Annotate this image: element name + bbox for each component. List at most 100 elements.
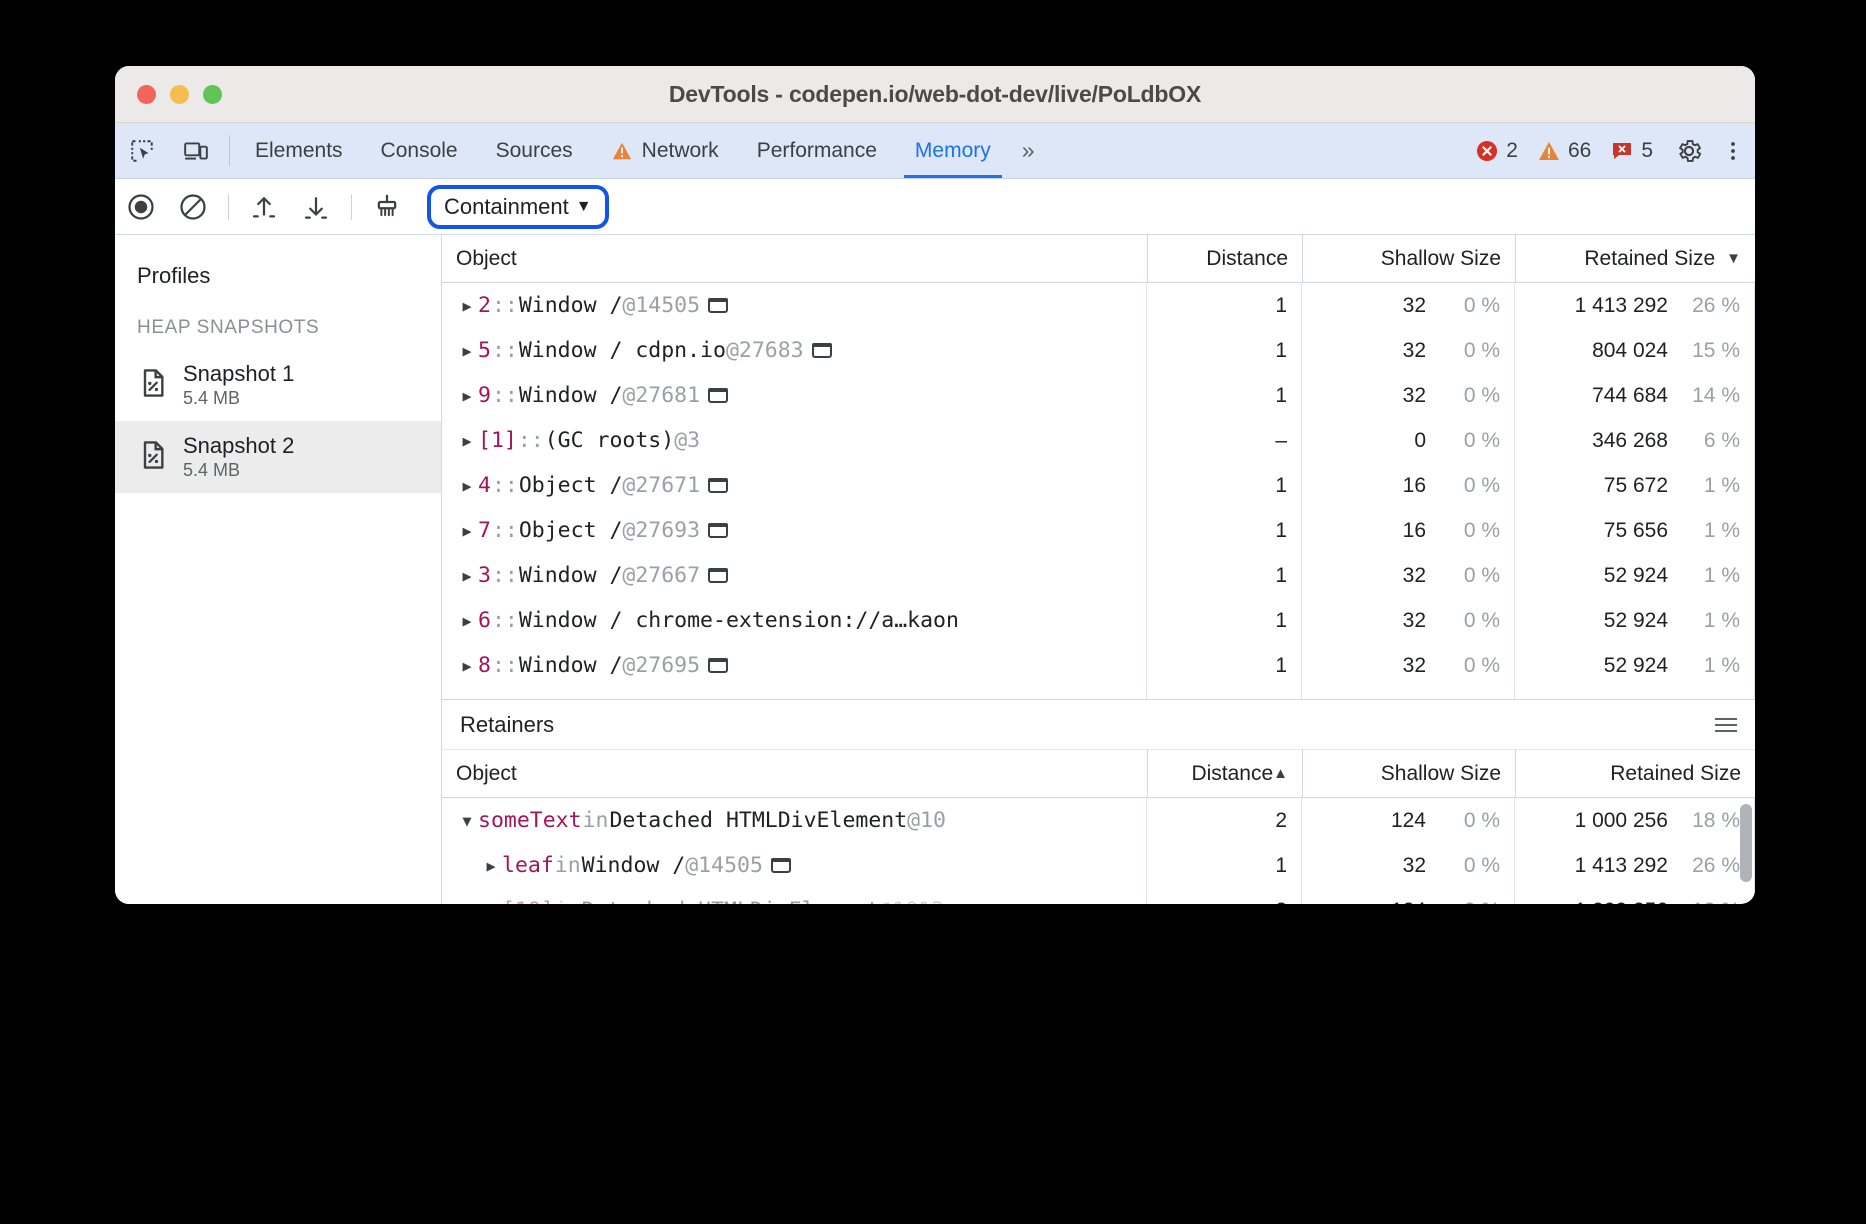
- retainer-rows: ▼someText in Detached HTMLDivElement @10…: [442, 798, 1755, 904]
- error-icon: [1475, 139, 1499, 163]
- object-index: someText: [478, 808, 582, 833]
- object-name: Window /: [519, 563, 623, 588]
- column-header-shallow-size[interactable]: Shallow Size: [1302, 750, 1515, 797]
- error-count: 2: [1506, 139, 1518, 163]
- clear-icon[interactable]: [167, 181, 219, 233]
- vertical-scrollbar[interactable]: [1740, 804, 1752, 882]
- hamburger-menu-icon[interactable]: [1715, 718, 1737, 732]
- table-row[interactable]: ▶[10] :: C++ Persistent roots @7118–00 %…: [442, 688, 1755, 699]
- object-index: 3: [478, 563, 491, 588]
- object-name: Detached HTMLDivElement: [582, 898, 880, 904]
- tab-performance[interactable]: Performance: [738, 123, 896, 178]
- object-name: Window /: [519, 293, 623, 318]
- cell-distance: 1: [1147, 598, 1302, 643]
- expand-triangle-right-icon[interactable]: ▶: [456, 387, 478, 405]
- snapshot-size: 5.4 MB: [183, 460, 294, 481]
- retained-size-value: 52 924: [1604, 609, 1668, 633]
- title-bar: DevTools - codepen.io/web-dot-dev/live/P…: [115, 66, 1755, 123]
- column-header-shallow-size[interactable]: Shallow Size: [1302, 235, 1515, 282]
- tab-sources[interactable]: Sources: [477, 123, 592, 178]
- tab-console[interactable]: Console: [362, 123, 477, 178]
- retained-size-percent: 15 %: [1682, 339, 1740, 363]
- expand-triangle-right-icon[interactable]: ▶: [456, 297, 478, 315]
- save-profile-icon[interactable]: [290, 181, 342, 233]
- issues-counter[interactable]: 5: [1604, 139, 1659, 163]
- expand-triangle-right-icon[interactable]: ▶: [456, 612, 478, 630]
- cell-distance: –: [1147, 688, 1302, 699]
- object-index: [10]: [478, 698, 530, 699]
- object-id: @14505: [685, 853, 763, 878]
- shallow-size-percent: 0 %: [1442, 699, 1500, 700]
- table-row[interactable]: ▼someText in Detached HTMLDivElement @10…: [442, 798, 1755, 843]
- cell-object: [10] in Detached HTMLDivElement @1013: [442, 888, 1147, 904]
- chevron-down-icon: ▼: [576, 198, 592, 216]
- tab-label: Network: [642, 139, 719, 163]
- table-row[interactable]: ▶8 :: Window / @276951320 %52 9241 %: [442, 643, 1755, 688]
- object-index: 8: [478, 653, 491, 678]
- error-counter[interactable]: 2: [1469, 139, 1524, 163]
- snapshot-item-1[interactable]: Snapshot 1 5.4 MB: [115, 349, 441, 421]
- table-row[interactable]: ▶2 :: Window / @145051320 %1 413 29226 %: [442, 283, 1755, 328]
- expand-triangle-right-icon[interactable]: ▶: [456, 522, 478, 540]
- cell-distance: 1: [1147, 463, 1302, 508]
- retained-size-value: 75 672: [1604, 474, 1668, 498]
- table-row[interactable]: ▶5 :: Window / cdpn.io @276831320 %804 0…: [442, 328, 1755, 373]
- column-label: Retained Size: [1610, 762, 1741, 786]
- expand-triangle-right-icon[interactable]: ▶: [456, 342, 478, 360]
- column-header-distance[interactable]: Distance: [1147, 235, 1302, 282]
- snapshot-item-2[interactable]: Snapshot 2 5.4 MB: [115, 421, 441, 493]
- table-row[interactable]: [10] in Detached HTMLDivElement @1013212…: [442, 888, 1755, 904]
- shallow-size-value: 16: [1388, 519, 1426, 543]
- cell-object: ▶8 :: Window / @27695: [442, 643, 1147, 688]
- object-id: @27681: [622, 383, 700, 408]
- window-title: DevTools - codepen.io/web-dot-dev/live/P…: [115, 81, 1755, 108]
- table-row[interactable]: ▶leaf in Window / @145051320 %1 413 2922…: [442, 843, 1755, 888]
- table-row[interactable]: ▶[1] :: (GC roots) @3–00 %346 2686 %: [442, 418, 1755, 463]
- column-header-object[interactable]: Object: [442, 750, 1147, 797]
- containment-grid-header: Object Distance Shallow Size Retained Si…: [442, 235, 1755, 283]
- inspect-element-icon[interactable]: [115, 123, 169, 178]
- table-row[interactable]: ▶4 :: Object / @276711160 %75 6721 %: [442, 463, 1755, 508]
- load-profile-icon[interactable]: [238, 181, 290, 233]
- expand-triangle-right-icon[interactable]: ▶: [456, 477, 478, 495]
- expand-triangle-down-icon[interactable]: ▼: [456, 812, 478, 830]
- object-separator: ::: [491, 338, 519, 363]
- table-row[interactable]: ▶7 :: Object / @276931160 %75 6561 %: [442, 508, 1755, 553]
- tab-network[interactable]: Network: [592, 123, 738, 178]
- cell-distance: 1: [1147, 553, 1302, 598]
- object-id: @1013: [879, 898, 944, 904]
- warning-counter[interactable]: 66: [1531, 139, 1597, 163]
- warning-triangle-icon: [611, 140, 633, 162]
- column-header-retained-size[interactable]: Retained Size: [1515, 750, 1755, 797]
- collect-garbage-icon[interactable]: [361, 181, 413, 233]
- table-row[interactable]: ▶6 :: Window / chrome-extension://a…kaon…: [442, 598, 1755, 643]
- device-toolbar-icon[interactable]: [169, 123, 223, 178]
- view-select-value: Containment: [444, 194, 569, 220]
- tab-elements[interactable]: Elements: [236, 123, 362, 178]
- cell-retained-size: 400 %: [1515, 688, 1755, 699]
- object-name: Window /: [582, 853, 686, 878]
- retained-size-percent: 26 %: [1682, 854, 1740, 878]
- expand-triangle-right-icon[interactable]: ▶: [456, 567, 478, 585]
- object-index: leaf: [502, 853, 554, 878]
- tab-memory[interactable]: Memory: [896, 123, 1010, 178]
- kebab-menu-icon[interactable]: [1711, 123, 1755, 178]
- more-tabs-icon[interactable]: »: [1010, 123, 1047, 178]
- table-row[interactable]: ▶3 :: Window / @276671320 %52 9241 %: [442, 553, 1755, 598]
- expand-triangle-right-icon[interactable]: ▶: [456, 432, 478, 450]
- record-heap-snapshot-icon[interactable]: [115, 181, 167, 233]
- snapshot-file-icon: [137, 367, 169, 404]
- view-select[interactable]: Containment ▼: [436, 192, 600, 222]
- cell-object: ▼someText in Detached HTMLDivElement @10: [442, 798, 1147, 843]
- expand-triangle-right-icon[interactable]: ▶: [480, 857, 502, 875]
- column-header-distance[interactable]: Distance ▲: [1147, 750, 1302, 797]
- retainers-title: Retainers: [460, 712, 554, 738]
- expand-triangle-right-icon[interactable]: ▶: [456, 657, 478, 675]
- column-header-object[interactable]: Object: [442, 235, 1147, 282]
- gear-icon[interactable]: [1667, 123, 1711, 178]
- column-header-retained-size[interactable]: Retained Size ▼: [1515, 235, 1755, 282]
- cell-distance: 1: [1147, 283, 1302, 328]
- tab-label: Console: [381, 139, 458, 163]
- table-row[interactable]: ▶9 :: Window / @276811320 %744 68414 %: [442, 373, 1755, 418]
- containment-grid: Object Distance Shallow Size Retained Si…: [442, 235, 1755, 699]
